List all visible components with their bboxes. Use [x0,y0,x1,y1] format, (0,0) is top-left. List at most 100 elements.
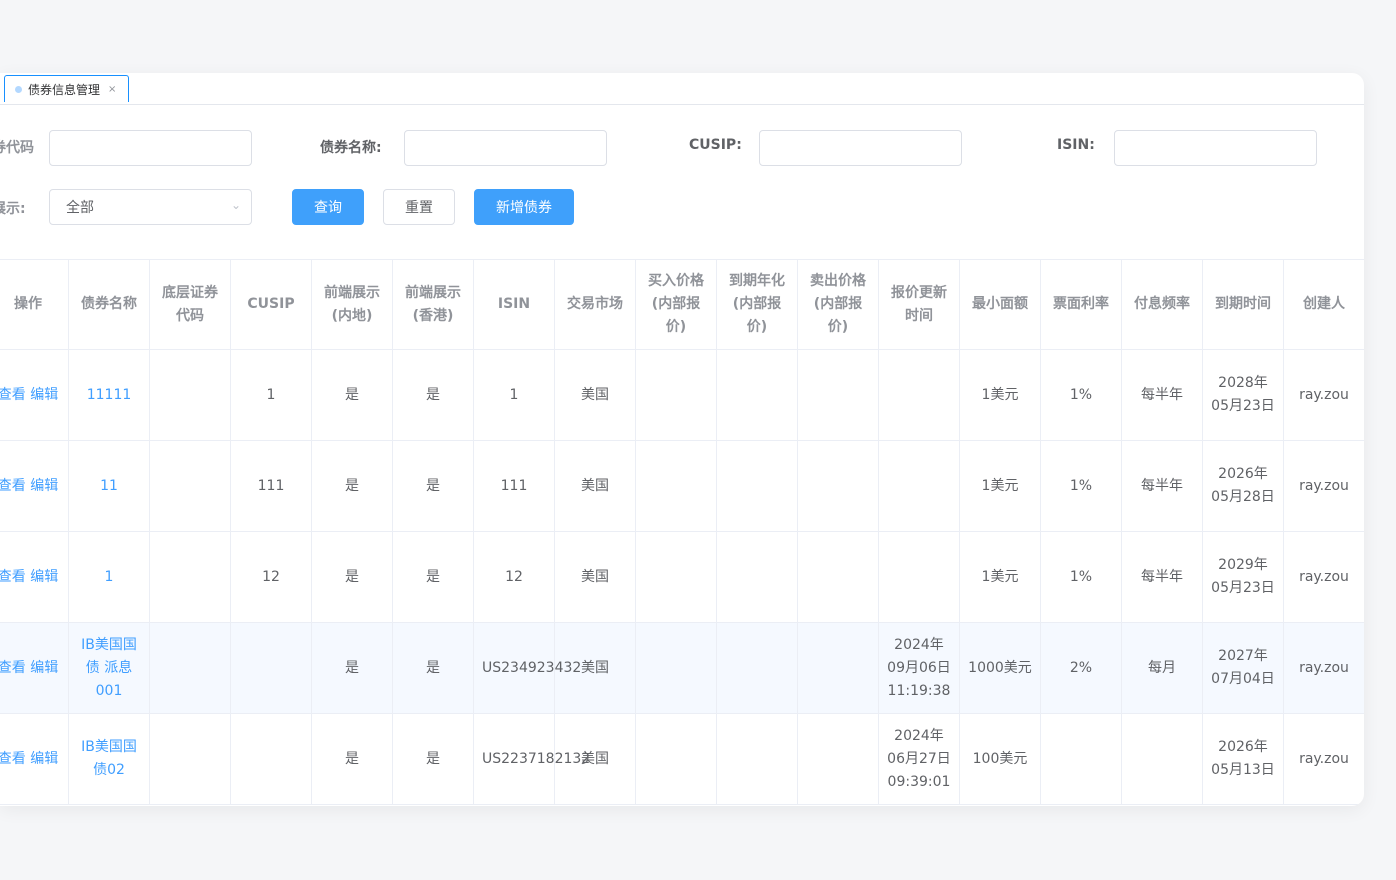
cell-coupon [1040,713,1122,805]
cell-underlying [149,622,231,714]
cell-mainland: 是 [311,440,393,532]
cell-isin: 111 [473,440,555,532]
isin-label: ISIN: [1057,137,1095,153]
table-row: 查看 编辑 IB美国国债02 是 是 US2237182132 美国 2024年… [0,713,1364,805]
col-header: 最小面额 [959,259,1041,350]
bond-name-link[interactable]: IB美国国债02 [68,713,150,805]
bond-table: 操作 债券名称 底层证券代码 CUSIP 前端展示(内地) 前端展示(香港) I… [0,259,1364,805]
cell-buy [635,349,717,441]
reset-button[interactable]: 重置 [383,189,455,225]
cell-isin: 12 [473,531,555,623]
cell-underlying [149,531,231,623]
cell-isin: US2237182132 [473,713,590,805]
cell-hk: 是 [392,440,474,532]
bond-name-link[interactable]: 11111 [68,349,150,441]
cell-buy [635,713,717,805]
cell-sell [797,622,879,714]
name-input[interactable] [404,130,607,166]
table-row: 查看 编辑 11111 1 是 是 1 美国 1美元 1% 每半年 2028年0… [0,349,1364,441]
cell-hk: 是 [392,622,474,714]
cell-creator: ray.zou [1283,713,1364,805]
cell-maturity: 2027年07月04日 [1202,622,1284,714]
cell-mainland: 是 [311,622,393,714]
cell-mainland: 是 [311,531,393,623]
col-header: CUSIP [230,259,312,350]
close-icon[interactable]: × [108,84,116,95]
cell-yield [716,713,798,805]
cell-cusip [230,622,312,714]
cell-freq [1121,713,1203,805]
col-header: 债券名称 [68,259,150,350]
code-label: 券代码 [0,140,34,156]
col-header: 创建人 [1283,259,1364,350]
row-actions[interactable]: 查看 编辑 [0,531,69,623]
cell-updated [878,531,960,623]
add-bond-button[interactable]: 新增债券 [474,189,574,225]
cell-sell [797,531,879,623]
cell-underlying [149,713,231,805]
table-header: 操作 债券名称 底层证券代码 CUSIP 前端展示(内地) 前端展示(香港) I… [0,259,1364,350]
cell-maturity: 2026年05月28日 [1202,440,1284,532]
cell-yield [716,349,798,441]
cell-creator: ray.zou [1283,349,1364,441]
bond-name-link[interactable]: IB美国国债 派息 001 [68,622,150,714]
col-header: 操作 [0,259,69,350]
cell-freq: 每半年 [1121,440,1203,532]
col-header: 买入价格(内部报价) [635,259,717,350]
cell-underlying [149,440,231,532]
col-header: 前端展示(香港) [392,259,474,350]
table-row: 查看 编辑 IB美国国债 派息 001 是 是 US234923432 美国 2… [0,622,1364,714]
bond-name-link[interactable]: 11 [68,440,150,532]
cell-yield [716,440,798,532]
cell-coupon: 1% [1040,531,1122,623]
row-actions[interactable]: 查看 编辑 [0,713,69,805]
code-input[interactable] [49,130,252,166]
tab-label: 债券信息管理 [28,82,101,97]
cell-hk: 是 [392,531,474,623]
main-card: 债券信息管理 × 券代码 债券名称: CUSIP: ISIN: 展示: 全部 ⌄… [0,73,1364,806]
row-actions[interactable]: 查看 编辑 [0,440,69,532]
bond-name-link[interactable]: 1 [68,531,150,623]
cell-creator: ray.zou [1283,440,1364,532]
cell-mainland: 是 [311,349,393,441]
cell-maturity: 2028年05月23日 [1202,349,1284,441]
cell-buy [635,531,717,623]
col-header: 前端展示(内地) [311,259,393,350]
cell-buy [635,622,717,714]
row-actions[interactable]: 查看 编辑 [0,349,69,441]
col-header: 票面利率 [1040,259,1122,350]
col-header: 到期时间 [1202,259,1284,350]
col-header: ISIN [473,259,555,350]
cell-freq: 每半年 [1121,531,1203,623]
display-select[interactable]: 全部 ⌄ [49,189,252,225]
col-header: 交易市场 [554,259,636,350]
cell-sell [797,440,879,532]
cell-hk: 是 [392,713,474,805]
cell-coupon: 2% [1040,622,1122,714]
display-label: 展示: [0,201,26,217]
isin-input[interactable] [1114,130,1317,166]
tab-bar: 债券信息管理 × [0,73,1364,105]
cell-creator: ray.zou [1283,531,1364,623]
cell-market: 美国 [554,531,636,623]
cell-min-denom: 1美元 [959,349,1041,441]
col-header: 报价更新时间 [878,259,960,350]
cell-coupon: 1% [1040,440,1122,532]
tab-bond-management[interactable]: 债券信息管理 × [4,75,130,102]
cell-updated [878,349,960,441]
query-button[interactable]: 查询 [292,189,364,225]
cell-maturity: 2026年05月13日 [1202,713,1284,805]
cell-updated: 2024年09月06日 11:19:38 [878,622,960,714]
cell-min-denom: 1000美元 [959,622,1041,714]
cell-updated: 2024年06月27日 09:39:01 [878,713,960,805]
cell-freq: 每半年 [1121,349,1203,441]
col-header: 卖出价格(内部报价) [797,259,879,350]
row-actions[interactable]: 查看 编辑 [0,622,69,714]
cell-updated [878,440,960,532]
cell-isin: 1 [473,349,555,441]
cell-maturity: 2029年05月23日 [1202,531,1284,623]
cell-sell [797,713,879,805]
cusip-input[interactable] [759,130,962,166]
cell-min-denom: 1美元 [959,440,1041,532]
col-header: 底层证券代码 [149,259,231,350]
